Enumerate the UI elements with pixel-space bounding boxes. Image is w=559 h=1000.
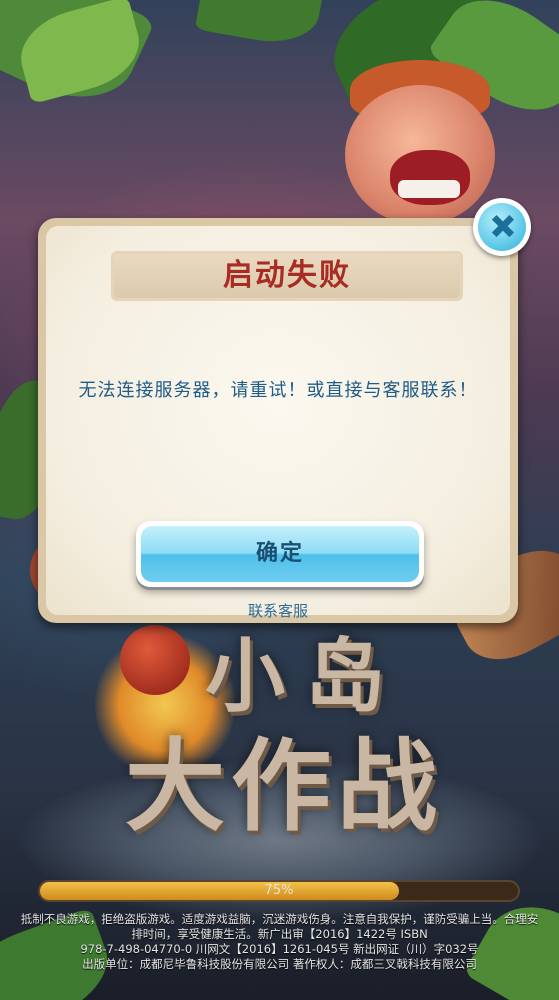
rocket-decoration <box>120 625 190 695</box>
legal-line: 出版单位：成都尼毕鲁科技股份有限公司 著作权人：成都三叉戟科技有限公司 <box>82 957 477 971</box>
legal-notice: 抵制不良游戏，拒绝盗版游戏。适度游戏益脑，沉迷游戏伤身。注意自我保护，谨防受骗上… <box>0 912 559 972</box>
dialog-title: 启动失败 <box>223 258 351 293</box>
game-logo-line2: 大作战 <box>125 727 443 845</box>
leaf-decoration <box>194 0 326 50</box>
close-icon: ✚ <box>478 203 526 251</box>
legal-line: 抵制不良游戏，拒绝盗版游戏。适度游戏益脑，沉迷游戏伤身。注意自我保护，谨防受骗上… <box>20 912 539 926</box>
character-teeth <box>398 180 460 198</box>
close-button[interactable]: ✚ <box>473 198 531 256</box>
confirm-button[interactable]: 确定 <box>136 521 424 587</box>
legal-line: 978-7-498-04770-0 川网文【2016】1261-045号 新出网… <box>80 942 479 956</box>
legal-line: 排时间，享受健康生活。新广出审【2016】1422号 ISBN <box>131 927 428 941</box>
dialog-panel: 启动失败 无法连接服务器，请重试！或直接与客服联系！ 确定 联系客服 <box>46 226 510 620</box>
loading-progress-bar: 75% <box>38 880 520 902</box>
error-dialog: 启动失败 无法连接服务器，请重试！或直接与客服联系！ 确定 联系客服 <box>38 218 518 623</box>
progress-label: 75% <box>264 883 294 898</box>
dialog-message: 无法连接服务器，请重试！或直接与客服联系！ <box>78 380 478 401</box>
confirm-button-face: 确定 <box>141 526 419 582</box>
contact-support-link[interactable]: 联系客服 <box>46 600 510 621</box>
confirm-button-label: 确定 <box>255 541 304 566</box>
title-banner: 启动失败 <box>114 254 460 298</box>
